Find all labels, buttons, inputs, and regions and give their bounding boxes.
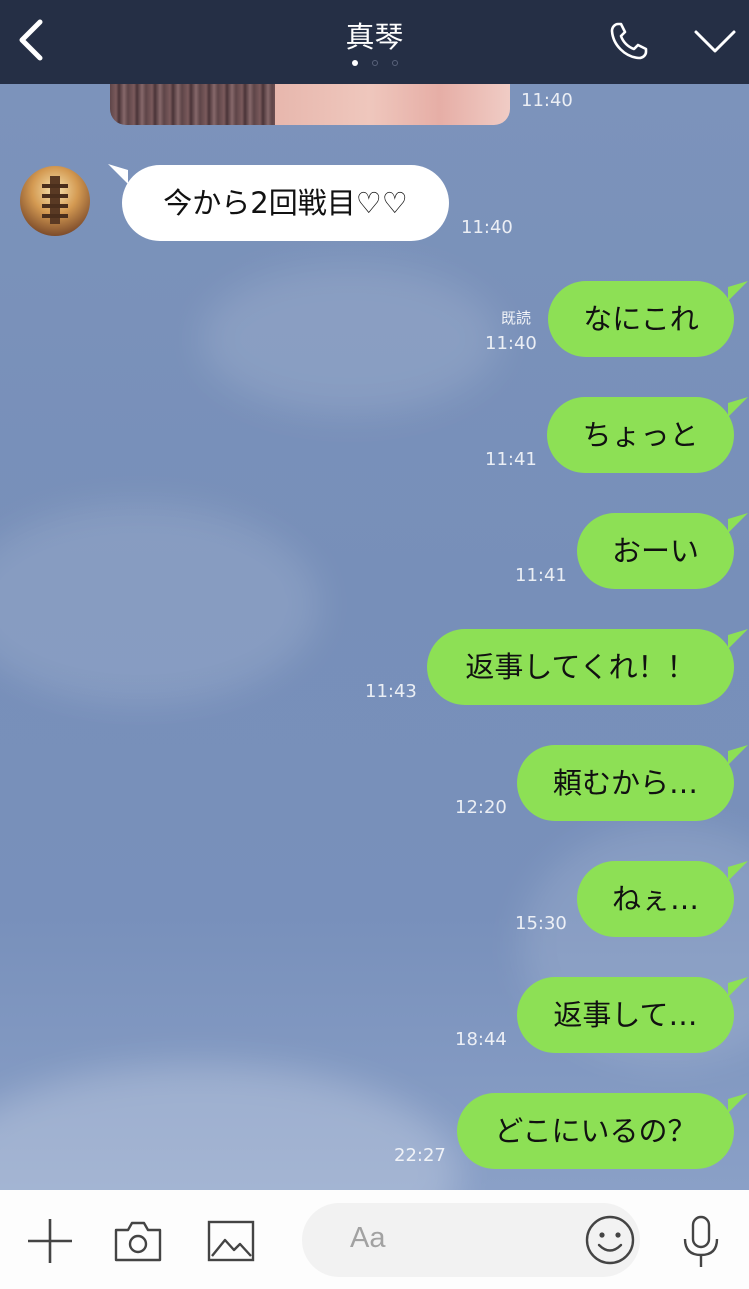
camera-icon (114, 1221, 162, 1262)
page-dot (392, 60, 398, 66)
message-bubble-outgoing[interactable]: どこにいるの？ (457, 1093, 734, 1169)
camera-button[interactable] (113, 1219, 163, 1263)
phone-icon (610, 22, 648, 60)
call-button[interactable] (606, 18, 652, 64)
bg-cloud (200, 264, 500, 414)
chat-app: 真琴 11:40 今から2回戦目♡♡ 11:40 既読 11:40 なにこれ 1… (0, 0, 749, 1289)
read-receipt: 既読 (501, 309, 532, 327)
plus-icon (28, 1219, 72, 1263)
message-bubble-outgoing[interactable]: ねぇ… (577, 861, 734, 937)
message-time: 12:20 (455, 797, 507, 818)
page-indicator (349, 60, 409, 70)
microphone-icon (683, 1215, 719, 1267)
chevron-down-icon (694, 30, 736, 53)
bubble-tail (728, 745, 748, 765)
gallery-button[interactable] (207, 1220, 255, 1262)
emoji-icon (585, 1215, 635, 1265)
bg-cloud (0, 1064, 460, 1190)
chat-area[interactable]: 11:40 今から2回戦目♡♡ 11:40 既読 11:40 なにこれ 11:4… (0, 84, 749, 1190)
bubble-tail (108, 164, 128, 184)
message-time: 22:27 (394, 1145, 446, 1166)
bubble-tail (728, 513, 748, 533)
message-time: 11:41 (515, 565, 567, 586)
add-button[interactable] (26, 1217, 74, 1265)
image-message[interactable] (110, 84, 510, 125)
chat-header: 真琴 (0, 0, 749, 84)
bg-cloud (0, 504, 320, 704)
page-dot-active (352, 60, 358, 66)
pagoda-icon (42, 176, 68, 224)
message-time: 11:41 (485, 449, 537, 470)
message-bubble-outgoing[interactable]: 返事してくれ！！ (427, 629, 734, 705)
message-input[interactable]: Aa (302, 1203, 640, 1277)
menu-dropdown-button[interactable] (692, 22, 738, 62)
image-left-part (110, 84, 275, 125)
page-dot (372, 60, 378, 66)
bubble-tail (728, 281, 748, 301)
message-time: 11:40 (521, 90, 573, 111)
message-bubble-incoming[interactable]: 今から2回戦目♡♡ (122, 165, 449, 241)
image-right-part (275, 84, 510, 125)
bubble-tail (728, 861, 748, 881)
message-time: 18:44 (455, 1029, 507, 1050)
message-bubble-outgoing[interactable]: 頼むから… (517, 745, 734, 821)
avatar[interactable] (20, 166, 90, 236)
message-time: 11:43 (365, 681, 417, 702)
bubble-tail (728, 1093, 748, 1113)
message-bubble-outgoing[interactable]: ちょっと (547, 397, 734, 473)
input-placeholder: Aa (350, 1222, 386, 1254)
message-time: 15:30 (515, 913, 567, 934)
bubble-tail (728, 397, 748, 417)
image-icon (207, 1220, 255, 1262)
message-time: 11:40 (461, 217, 513, 238)
message-time: 11:40 (485, 333, 537, 354)
message-bubble-outgoing[interactable]: 返事して… (517, 977, 734, 1053)
bubble-tail (728, 977, 748, 997)
bubble-tail (728, 629, 748, 649)
emoji-button[interactable] (584, 1214, 636, 1266)
message-bubble-outgoing[interactable]: なにこれ (548, 281, 734, 357)
voice-button[interactable] (681, 1215, 721, 1269)
input-bar: Aa (0, 1190, 749, 1289)
message-bubble-outgoing[interactable]: おーい (577, 513, 734, 589)
